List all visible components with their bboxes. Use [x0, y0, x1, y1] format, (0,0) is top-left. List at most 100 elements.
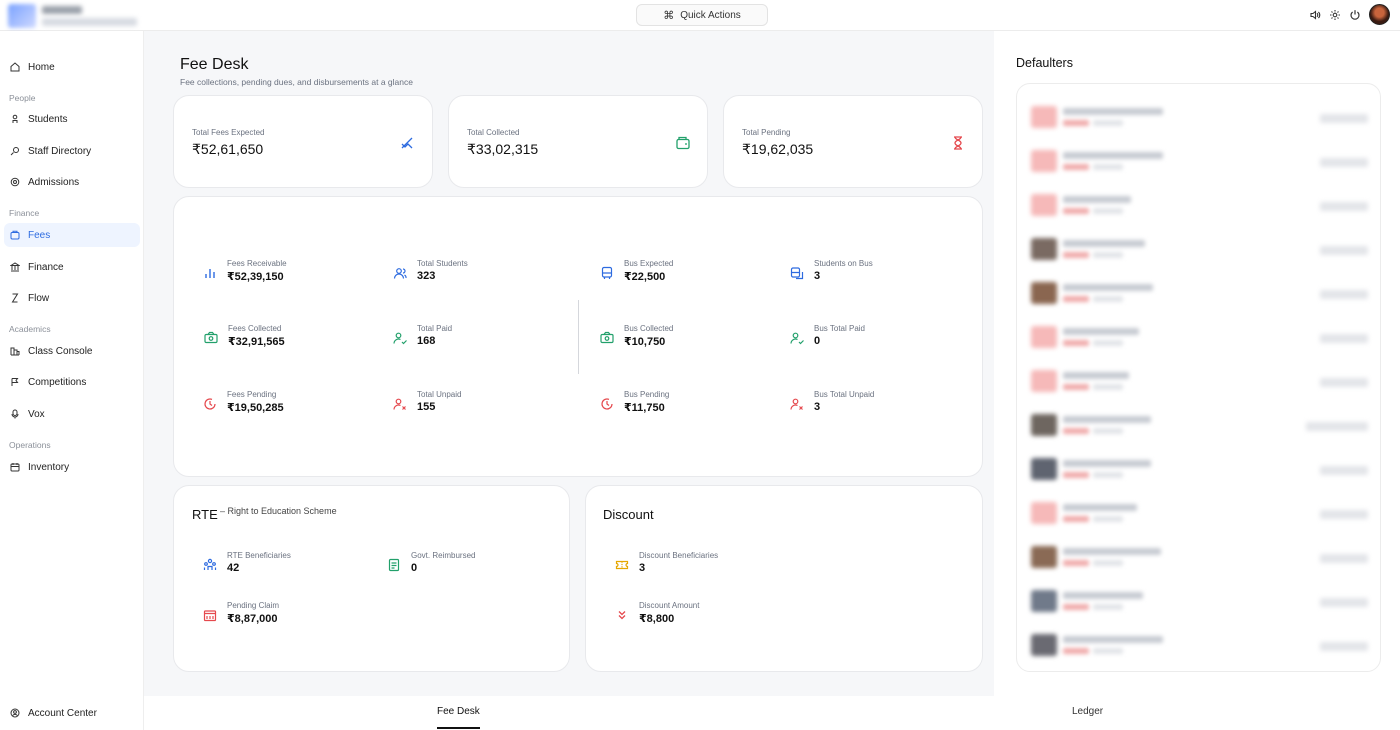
tab-ledger[interactable]: Ledger [1072, 706, 1103, 717]
sidebar-item-vox[interactable]: Vox [4, 402, 140, 426]
sidebar-item-flow[interactable]: Flow [4, 286, 140, 310]
sidebar-item-admissions[interactable]: Admissions [4, 170, 140, 194]
sidebar-item-staff-directory[interactable]: Staff Directory [4, 139, 140, 163]
redacted-amount [1306, 422, 1368, 431]
defaulter-row[interactable] [1017, 620, 1380, 664]
brand-name-redacted [42, 6, 82, 14]
defaulter-row[interactable] [1017, 444, 1380, 488]
defaulter-row[interactable] [1017, 92, 1380, 136]
redacted-amount [1320, 202, 1368, 211]
redacted-detail [1093, 208, 1123, 214]
volume-icon[interactable] [1309, 9, 1321, 21]
metric-label: Students on Bus [814, 259, 873, 268]
redacted-amount [1320, 246, 1368, 255]
redacted-name [1063, 460, 1151, 467]
sidebar-item-competitions[interactable]: Competitions [4, 370, 140, 394]
page-title: Fee Desk [180, 56, 249, 73]
redacted-detail [1093, 252, 1123, 258]
user-avatar[interactable] [1369, 4, 1390, 25]
sidebar-item-students[interactable]: Students [4, 107, 140, 131]
user-x-icon [790, 398, 803, 410]
student-icon [12, 114, 18, 123]
redacted-class [1063, 428, 1089, 434]
metric-value: ₹52,39,150 [227, 271, 284, 283]
clock-alert-icon [601, 398, 613, 410]
wallet-icon [676, 136, 690, 150]
redacted-detail [1093, 472, 1123, 478]
stat-value: ₹19,62,035 [742, 141, 814, 157]
redacted-class [1063, 648, 1089, 654]
defaulters-panel: Defaulters [994, 31, 1400, 696]
stat-label: Total Pending [742, 128, 791, 137]
sidebar-item-label: Flow [28, 292, 50, 304]
avatar [1031, 106, 1057, 128]
sidebar-item-fees[interactable]: Fees [4, 223, 140, 247]
redacted-class [1063, 516, 1089, 522]
chevrons-down-icon [618, 611, 626, 620]
redacted-name [1063, 152, 1163, 159]
metric-value: ₹8,800 [639, 613, 675, 625]
defaulters-list[interactable] [1016, 83, 1381, 672]
receipt-icon [388, 558, 400, 572]
defaulter-row[interactable] [1017, 224, 1380, 268]
metric-label: Discount Amount [639, 601, 700, 610]
metric-value: 155 [417, 401, 436, 413]
redacted-name [1063, 636, 1163, 643]
defaulter-row[interactable] [1017, 268, 1380, 312]
home-icon [10, 62, 20, 72]
redacted-name [1063, 416, 1151, 423]
bus-pending-metric: Bus Pending ₹11,750 [600, 390, 770, 422]
total-pending-card: Total Pending ₹19,62,035 [723, 95, 983, 188]
defaulter-row[interactable] [1017, 136, 1380, 180]
discount-card: Discount Discount Beneficiaries 3 Discou… [585, 485, 983, 672]
bus-icon [601, 266, 613, 279]
account-icon [10, 708, 20, 718]
defaulter-row[interactable] [1017, 356, 1380, 400]
rte-title: RTE [192, 507, 218, 522]
redacted-detail [1093, 604, 1123, 610]
sidebar-item-account-center[interactable]: Account Center [4, 701, 140, 725]
settings-icon[interactable] [1329, 9, 1341, 21]
metric-value: 3 [639, 562, 646, 574]
defaulter-row[interactable] [1017, 180, 1380, 224]
avatar [1031, 634, 1057, 656]
defaulter-row[interactable] [1017, 532, 1380, 576]
redacted-class [1063, 164, 1089, 170]
redacted-name [1063, 328, 1139, 335]
bar-chart-icon [205, 269, 215, 278]
sidebar-item-finance[interactable]: Finance [4, 255, 140, 279]
avatar [1031, 194, 1057, 216]
sidebar-item-inventory[interactable]: Inventory [4, 455, 140, 479]
top-bar: ⌘ Quick Actions [0, 0, 1400, 31]
section-operations: Operations [9, 440, 51, 450]
cash-icon [204, 331, 218, 344]
metric-value: 0 [411, 562, 418, 574]
redacted-name [1063, 504, 1137, 511]
rte-beneficiaries-metric: RTE Beneficiaries 42 [203, 551, 373, 583]
defaulter-row[interactable] [1017, 400, 1380, 444]
defaulter-row[interactable] [1017, 488, 1380, 532]
power-icon[interactable] [1349, 9, 1361, 21]
metric-label: Bus Total Unpaid [814, 390, 875, 399]
clock-alert-icon [204, 398, 216, 410]
quick-actions-button[interactable]: ⌘ Quick Actions [636, 4, 768, 26]
metric-label: Total Paid [417, 324, 453, 333]
redacted-detail [1093, 516, 1123, 522]
rte-subtitle: – Right to Education Scheme [220, 506, 337, 516]
tab-fee-desk[interactable]: Fee Desk [437, 706, 480, 717]
defaulter-row[interactable] [1017, 576, 1380, 620]
metric-value: 3 [814, 270, 821, 282]
redacted-name [1063, 196, 1131, 203]
sidebar-item-label: Admissions [28, 176, 80, 188]
sidebar-item-class-console[interactable]: Class Console [4, 339, 140, 363]
sidebar: Home People Students Staff Directory Adm… [0, 31, 144, 730]
defaulter-row[interactable] [1017, 312, 1380, 356]
redacted-detail [1093, 648, 1123, 654]
redacted-class [1063, 208, 1089, 214]
brand-logo[interactable] [8, 4, 143, 30]
redacted-detail [1093, 428, 1123, 434]
sidebar-item-home[interactable]: Home [4, 55, 140, 79]
metric-value: 3 [814, 401, 821, 413]
bus-collected-metric: Bus Collected ₹10,750 [600, 324, 770, 356]
redacted-name [1063, 108, 1163, 115]
